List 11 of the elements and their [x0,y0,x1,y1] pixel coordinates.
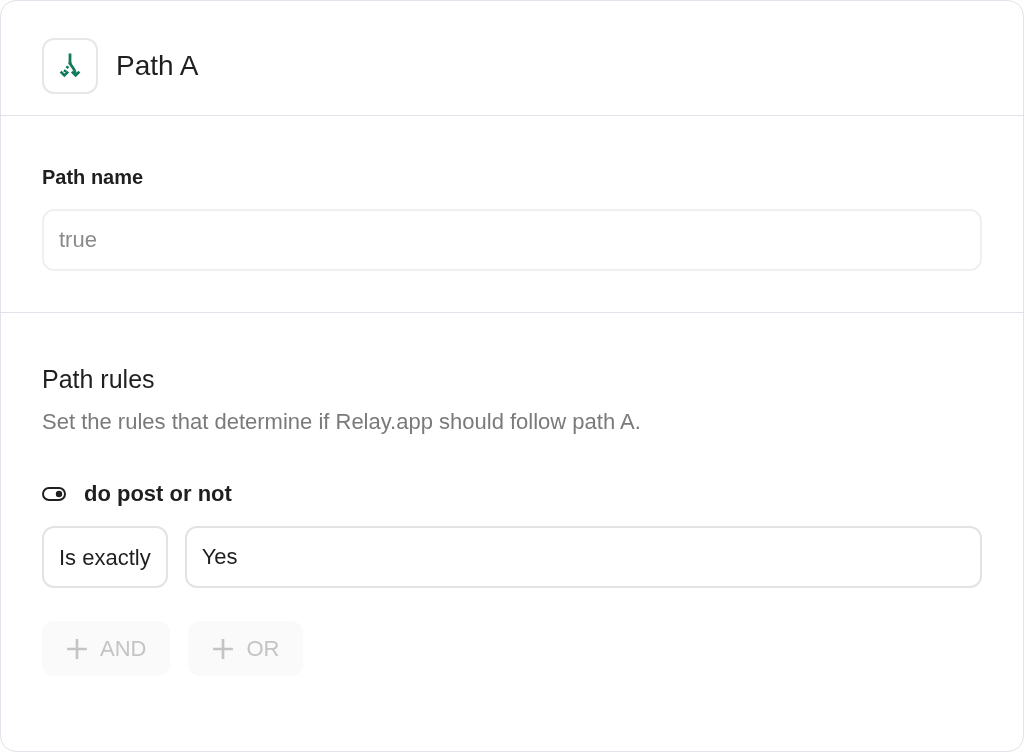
rule-value-input[interactable]: Yes [184,526,982,588]
path-title: Path A [116,49,199,83]
path-rules-description: Set the rules that determine if Relay.app should follow path A. [42,408,641,436]
plus-icon [212,637,235,660]
path-name-label: Path name [42,165,144,190]
toggle-icon [42,487,66,501]
operator-select[interactable]: Is exactly [42,526,168,588]
rule-field-label: do post or not [84,480,232,508]
path-rules-heading: Path rules [42,364,155,395]
path-name-input[interactable]: true [42,209,982,271]
plus-icon [66,637,88,660]
